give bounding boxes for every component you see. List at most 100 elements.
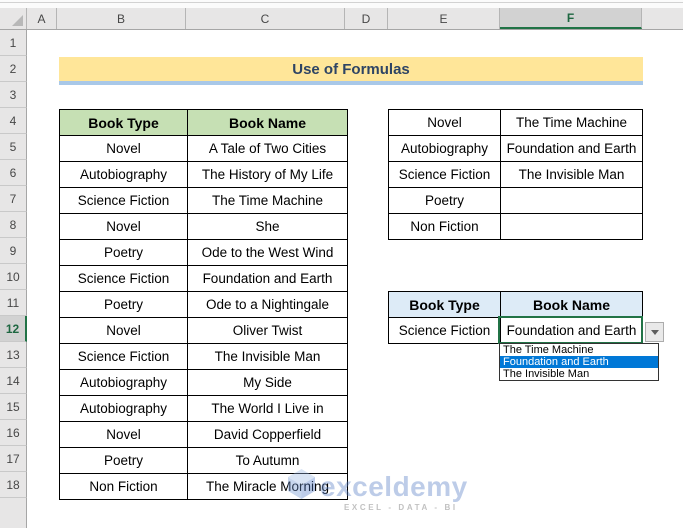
row-header[interactable]: 2 [0, 56, 27, 82]
row-header[interactable]: 8 [0, 212, 27, 238]
row-header[interactable]: 9 [0, 238, 27, 264]
column-header[interactable]: A [27, 8, 57, 29]
row-header[interactable]: 1 [0, 30, 27, 56]
table-row: Novel She [59, 213, 348, 240]
book-type-cell[interactable]: Non Fiction [388, 213, 501, 240]
book-type-cell[interactable]: Poetry [59, 291, 188, 318]
book-type-cell[interactable]: Autobiography [388, 135, 501, 162]
row-header[interactable]: 17 [0, 446, 27, 472]
book-type-cell[interactable]: Novel [59, 135, 188, 162]
book-name-cell[interactable]: The Miracle Morning [187, 473, 348, 500]
book-name-cell[interactable]: Ode to a Nightingale [187, 291, 348, 318]
book-name-cell[interactable]: The Time Machine [187, 187, 348, 214]
book-name-cell[interactable]: The Invisible Man [500, 161, 643, 188]
chevron-down-icon [650, 329, 659, 335]
column-header[interactable]: D [345, 8, 388, 29]
book-type-cell[interactable]: Science Fiction [388, 161, 501, 188]
column-header[interactable]: C [186, 8, 345, 29]
book-name-cell[interactable] [500, 187, 643, 214]
book-name-cell[interactable]: Ode to the West Wind [187, 239, 348, 266]
table-row: Autobiography The History of My Life [59, 161, 348, 188]
row-headers: 1 2 3 4 5 6 7 8 9 10 11 12 13 14 15 16 1… [0, 30, 27, 528]
data-validation-dropdown-button[interactable] [645, 322, 664, 342]
row-header[interactable]: 13 [0, 342, 27, 368]
column-header[interactable]: E [388, 8, 500, 29]
book-name-cell[interactable]: Oliver Twist [187, 317, 348, 344]
book-type-cell[interactable]: Science Fiction [59, 187, 188, 214]
book-type-cell[interactable]: Novel [59, 213, 188, 240]
row-header[interactable]: 5 [0, 134, 27, 160]
row-header[interactable]: 18 [0, 472, 27, 498]
table-row: Novel David Copperfield [59, 421, 348, 448]
table-row: Science Fiction The Time Machine [59, 187, 348, 214]
column-header-row: A B C D E F [0, 8, 683, 30]
row-header[interactable]: 6 [0, 160, 27, 186]
row-header[interactable]: 3 [0, 82, 27, 108]
row-header[interactable]: 10 [0, 264, 27, 290]
book-type-cell[interactable]: Autobiography [59, 369, 188, 396]
book-type-cell[interactable]: Autobiography [59, 395, 188, 422]
book-name-cell[interactable]: Foundation and Earth [187, 265, 348, 292]
book-type-cell[interactable]: Poetry [59, 239, 188, 266]
book-name-cell[interactable]: The Time Machine [500, 109, 643, 136]
row-header[interactable]: 15 [0, 394, 27, 420]
book-name-cell[interactable]: Foundation and Earth [500, 135, 643, 162]
book-name-cell[interactable]: My Side [187, 369, 348, 396]
book-type-cell[interactable]: Novel [59, 421, 188, 448]
table-row: Poetry [388, 187, 643, 214]
table-row: Poetry Ode to a Nightingale [59, 291, 348, 318]
select-all-button[interactable] [0, 8, 27, 29]
dropdown-option[interactable]: The Invisible Man [500, 368, 658, 380]
table-row: Poetry To Autumn [59, 447, 348, 474]
result-book-type-cell[interactable]: Science Fiction [388, 317, 501, 344]
book-type-cell[interactable]: Science Fiction [59, 265, 188, 292]
table-row: Poetry Ode to the West Wind [59, 239, 348, 266]
row-header[interactable]: 4 [0, 108, 27, 134]
row-header[interactable]: 7 [0, 186, 27, 212]
dropdown-list: The Time Machine Foundation and Earth Th… [499, 343, 659, 381]
book-name-cell[interactable]: The Invisible Man [187, 343, 348, 370]
dropdown-option[interactable]: The Time Machine [500, 344, 658, 356]
book-type-cell[interactable]: Novel [388, 109, 501, 136]
table-row: Science Fiction The Invisible Man [388, 161, 643, 188]
book-type-cell[interactable]: Non Fiction [59, 473, 188, 500]
table-row: Autobiography Foundation and Earth [388, 135, 643, 162]
source-header-book-name[interactable]: Book Name [187, 109, 348, 136]
table-row: Science Fiction The Invisible Man [59, 343, 348, 370]
select-all-triangle-icon [12, 15, 23, 26]
book-name-cell[interactable]: To Autumn [187, 447, 348, 474]
row-header[interactable]: 14 [0, 368, 27, 394]
result-book-name-cell[interactable]: Foundation and Earth [500, 317, 643, 344]
result-table: Book Type Book Name Science Fiction Foun… [388, 291, 643, 344]
row-header[interactable]: 11 [0, 290, 27, 316]
result-header-book-name[interactable]: Book Name [500, 291, 643, 318]
book-type-cell[interactable]: Science Fiction [59, 343, 188, 370]
column-header[interactable]: B [57, 8, 186, 29]
table-row: Novel The Time Machine [388, 109, 643, 136]
table-row: Non Fiction [388, 213, 643, 240]
book-name-cell[interactable]: David Copperfield [187, 421, 348, 448]
column-header[interactable]: F [500, 8, 642, 29]
book-name-cell[interactable]: She [187, 213, 348, 240]
book-type-cell[interactable]: Poetry [59, 447, 188, 474]
book-type-cell[interactable]: Novel [59, 317, 188, 344]
row-header[interactable]: 16 [0, 420, 27, 446]
title-banner-cell[interactable]: Use of Formulas [59, 57, 643, 85]
table-row: Science Fiction Foundation and Earth [59, 265, 348, 292]
book-name-cell[interactable]: The World I Live in [187, 395, 348, 422]
table-row: Novel Oliver Twist [59, 317, 348, 344]
book-type-cell[interactable]: Autobiography [59, 161, 188, 188]
column-headers: A B C D E F [27, 8, 683, 29]
source-table-header-row: Book Type Book Name [59, 109, 348, 136]
table-row: Autobiography The World I Live in [59, 395, 348, 422]
source-header-book-type[interactable]: Book Type [59, 109, 188, 136]
book-name-cell[interactable]: The History of My Life [187, 161, 348, 188]
book-name-cell[interactable]: A Tale of Two Cities [187, 135, 348, 162]
book-type-cell[interactable]: Poetry [388, 187, 501, 214]
result-table-header-row: Book Type Book Name [388, 291, 643, 318]
table-row: Autobiography My Side [59, 369, 348, 396]
book-name-cell[interactable] [500, 213, 643, 240]
dropdown-option[interactable]: Foundation and Earth [500, 356, 658, 368]
row-header[interactable]: 12 [0, 316, 27, 342]
result-header-book-type[interactable]: Book Type [388, 291, 501, 318]
